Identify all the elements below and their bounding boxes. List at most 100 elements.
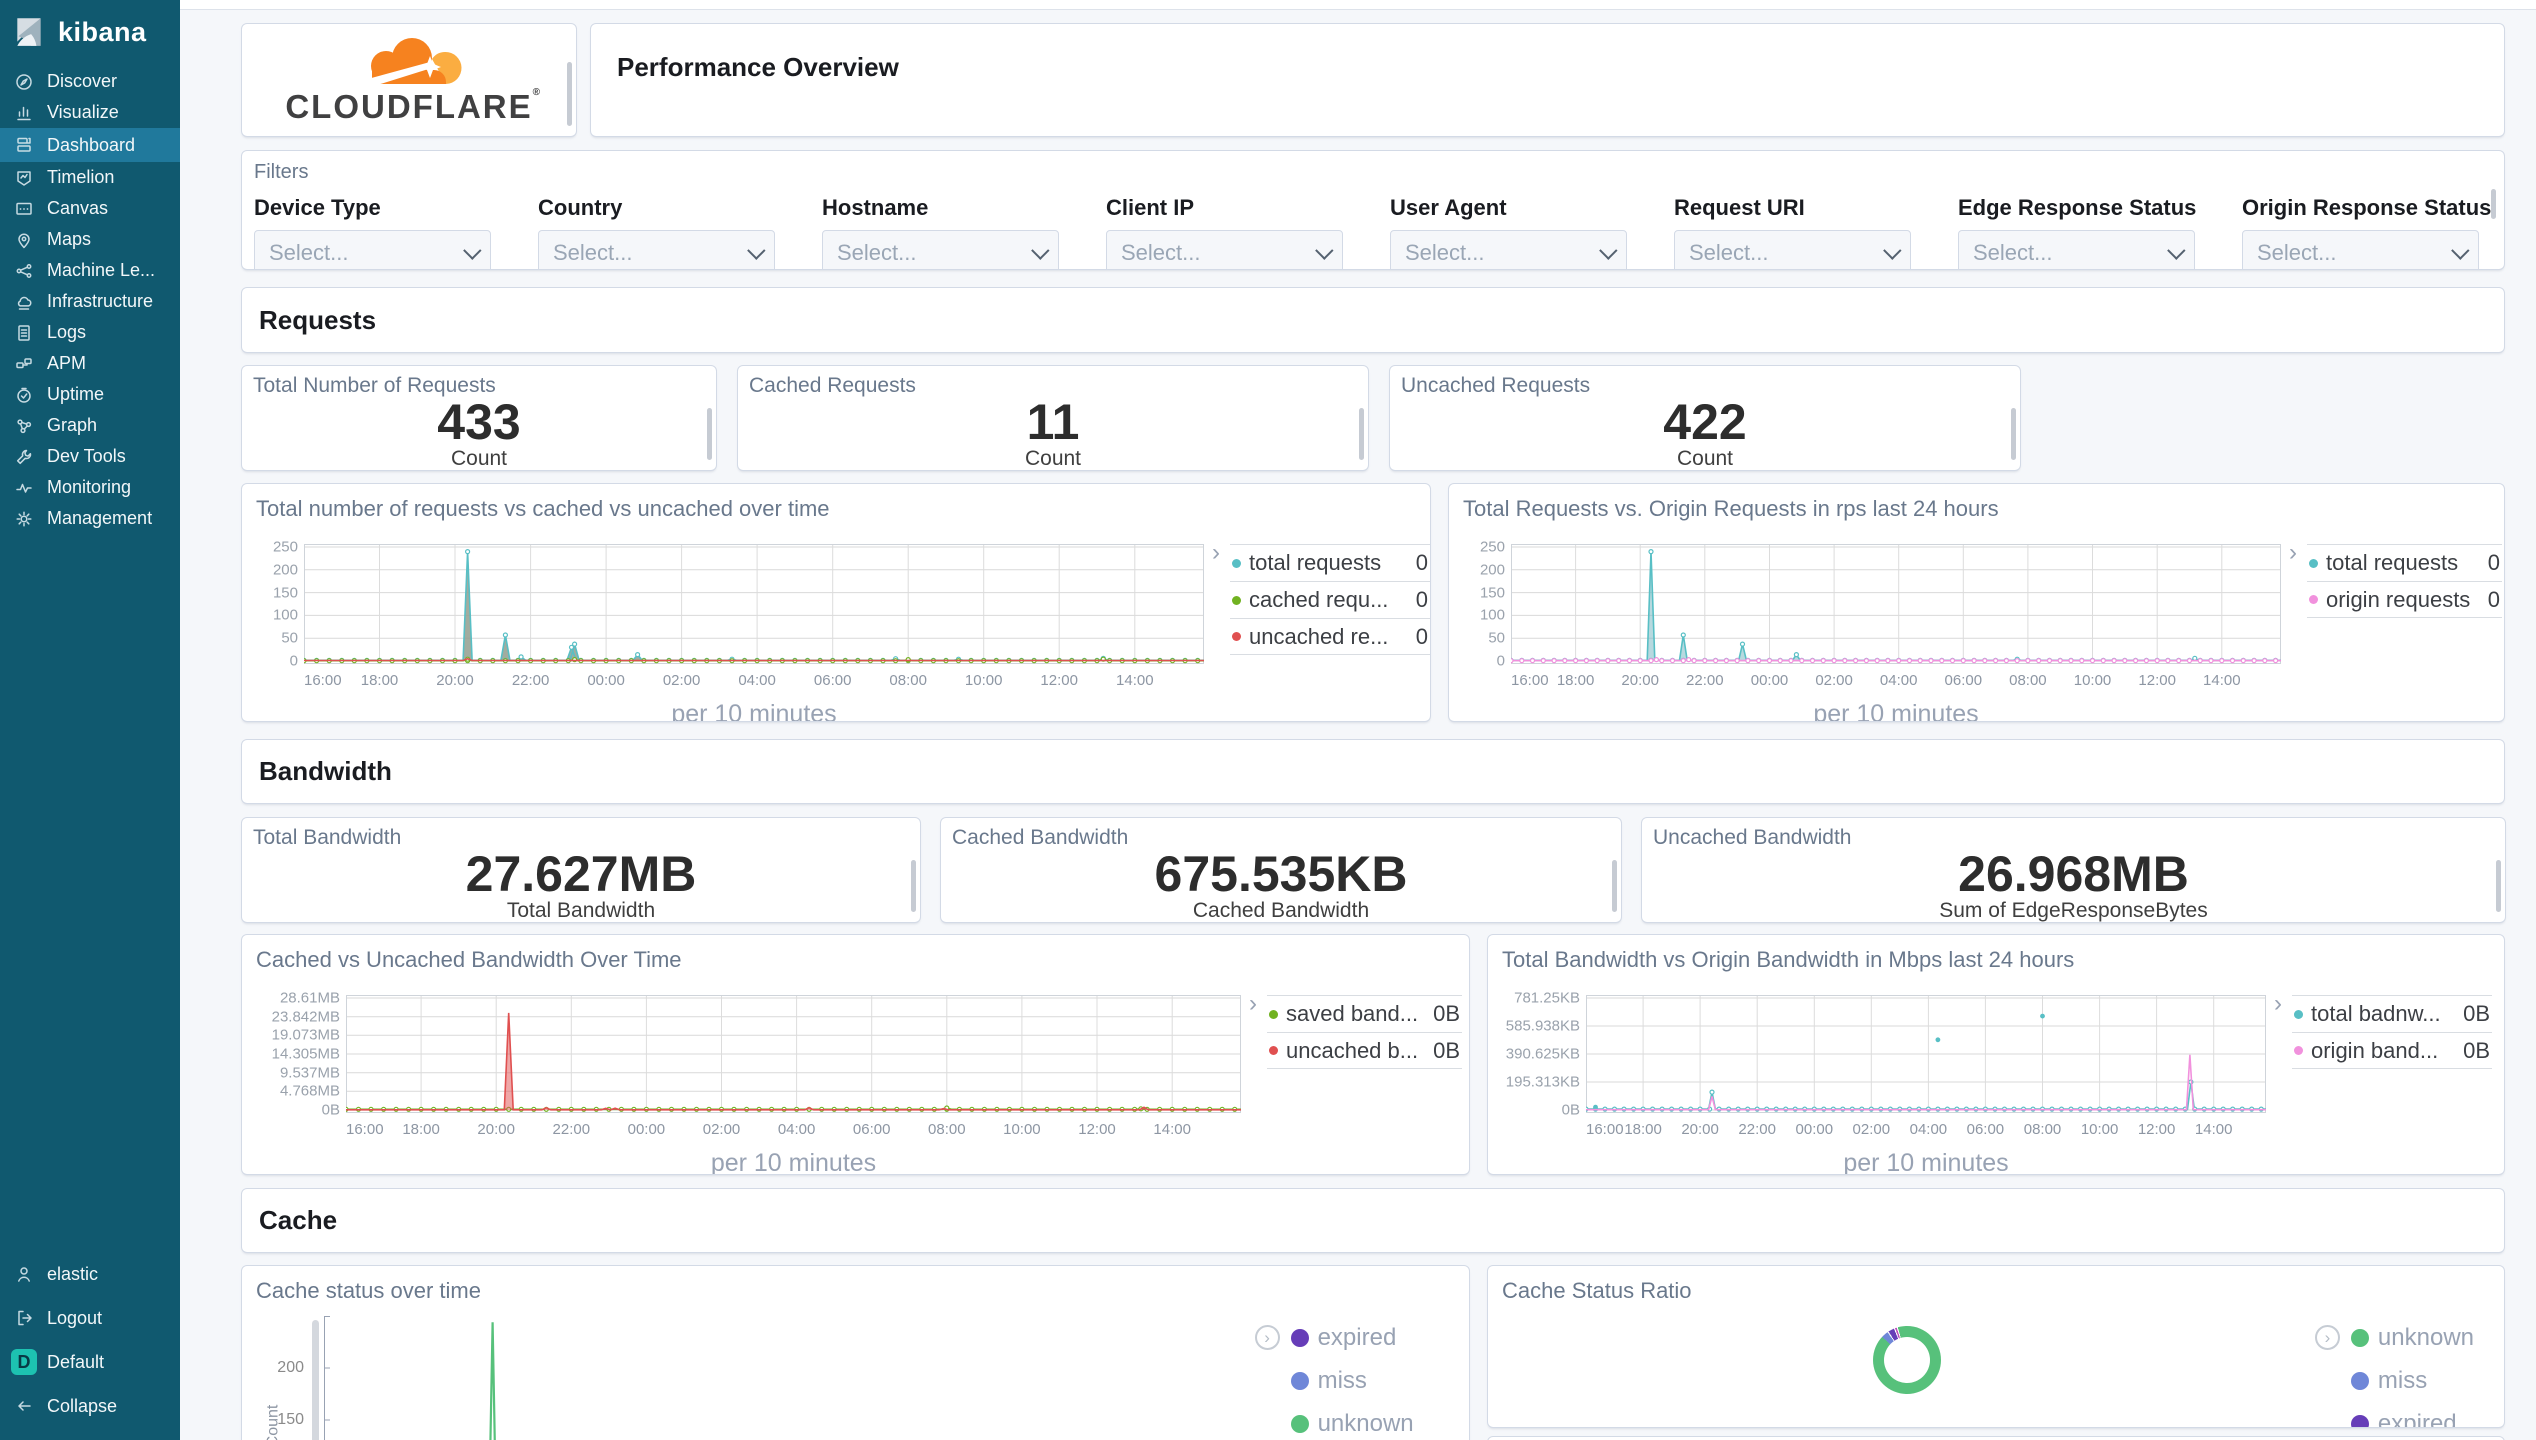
filter-select-edge-response-status[interactable]: Select... [1958,230,2195,269]
chart-plot-area[interactable] [1508,544,2281,669]
sidebar-item-management[interactable]: Management [0,503,180,534]
legend-series-name: saved band... [1286,1001,1419,1026]
filter-group-request-uri: Request URI Select... [1674,195,1911,269]
legend-collapse-icon[interactable]: › [2274,992,2292,1174]
sidebar-footer: elastic Logout D Default Collapse [0,1252,180,1440]
cache-status-ratio-donut[interactable] [1873,1326,1941,1394]
sidebar-footer-default[interactable]: D Default [0,1340,180,1384]
legend-item-unknown[interactable]: › unknown [2314,1316,2474,1359]
sidebar-item-machine-le[interactable]: Machine Le... [0,255,180,286]
filter-select-hostname[interactable]: Select... [822,230,1059,269]
sidebar-footer-elastic[interactable]: elastic [0,1252,180,1296]
chart-title: Total Bandwidth vs Origin Bandwidth in M… [1502,947,2075,972]
discover-icon [16,73,32,90]
legend-item-total-requests[interactable]: total requests 0 [2307,544,2502,581]
y-axis-tick: 14.305MB [271,1045,340,1063]
panel-scrollbar[interactable] [2496,860,2501,912]
default-space-badge: D [11,1349,37,1375]
legend-item-miss[interactable]: miss [1290,1359,1435,1402]
sidebar-item-discover[interactable]: Discover [0,66,180,97]
filter-label: Client IP [1106,195,1195,220]
x-axis-tick: 10:00 [1003,1121,1041,1138]
legend-item-uncached-b-[interactable]: uncached b... 0B [1267,1032,1462,1069]
legend-item-expired[interactable]: › expired [1254,1316,1435,1359]
panel-scrollbar[interactable] [707,408,712,460]
sidebar-item-uptime[interactable]: Uptime [0,379,180,410]
x-axis-tick: 20:00 [436,672,474,689]
panel-scrollbar[interactable] [1612,860,1617,912]
sidebar-item-canvas[interactable]: Canvas [0,193,180,224]
panel-scrollbar[interactable] [2491,189,2496,219]
legend-collapse-icon[interactable]: › [1212,541,1230,721]
panel-scrollbar[interactable] [911,860,916,912]
legend-series-name: origin requests [2326,586,2471,612]
chart-canvas[interactable] [343,995,1241,1113]
legend-item-cached-requ-[interactable]: cached requ... 0 [1230,581,1430,618]
filter-select-request-uri[interactable]: Select... [1674,230,1911,269]
filter-select-client-ip[interactable]: Select... [1106,230,1343,269]
legend-collapse-icon[interactable]: › [2289,541,2307,721]
chart-plot-area[interactable] [324,1312,1244,1440]
legend-item-total-badnw-[interactable]: total badnw... 0B [2292,995,2492,1032]
legend-item-miss[interactable]: miss [2350,1359,2474,1402]
sidebar-footer-label: Collapse [47,1395,118,1416]
chart-canvas[interactable] [1508,544,2281,664]
chart-title: Cached vs Uncached Bandwidth Over Time [256,947,682,972]
legend-item-saved-band-[interactable]: saved band... 0B [1267,995,1462,1032]
sidebar-item-graph[interactable]: Graph [0,410,180,441]
uptime-icon [17,387,31,403]
y-axis-tick: 4.768MB [279,1082,340,1100]
metric-panel-total-number-of-requests: Total Number of Requests 433 Count [241,365,717,471]
sidebar-item-infrastructure[interactable]: Infrastructure [0,286,180,317]
x-axis-tick: 02:00 [702,1121,741,1138]
x-axis-tick: 08:00 [2023,1121,2062,1138]
filters-row: Device Type Select... Country Select... … [254,195,2492,269]
panel-scrollbar[interactable] [1359,408,1364,460]
chart-canvas[interactable] [324,1312,1244,1440]
legend-dot-icon [2309,595,2318,604]
sidebar-item-timelion[interactable]: Timelion [0,162,180,193]
filter-select-country[interactable]: Select... [538,230,775,269]
chart-plot-area[interactable] [301,544,1204,669]
visualize-icon [17,106,31,120]
panel-scrollbar[interactable] [2011,408,2016,460]
cloudflare-logo-panel: CLOUDFLARE ® [241,23,577,137]
sidebar-footer-logout[interactable]: Logout [0,1296,180,1340]
filter-select-origin-response-status[interactable]: Select... [2242,230,2479,269]
legend-item-origin-band-[interactable]: origin band... 0B [2292,1032,2492,1069]
chart-title: Cache Status Ratio [1502,1278,1692,1303]
legend-item-expired[interactable]: expired [2350,1402,2474,1427]
sidebar-item-monitoring[interactable]: Monitoring [0,472,180,503]
dashboard-title-panel: Performance Overview [590,23,2505,137]
legend-collapse-icon[interactable]: › [1249,992,1267,1174]
registered-mark: ® [532,87,543,98]
legend-collapse-icon[interactable]: › [2314,1325,2340,1350]
panel-scrollbar[interactable] [567,62,572,126]
sidebar-item-visualize[interactable]: Visualize [0,97,180,128]
chart-canvas[interactable] [1583,995,2266,1113]
sidebar-footer-collapse[interactable]: Collapse [0,1384,180,1428]
sidebar-item-logs[interactable]: Logs [0,317,180,348]
legend-collapse-icon[interactable]: › [1254,1325,1280,1350]
metric-value: 422 [1663,394,1747,450]
sidebar-item-dev-tools[interactable]: Dev Tools [0,441,180,472]
chart-plot-area[interactable] [343,995,1241,1118]
legend-dot-icon [1269,1009,1278,1019]
sidebar-item-apm[interactable]: APM [0,348,180,379]
filter-placeholder: Select... [553,240,633,265]
legend-item-origin-requests[interactable]: origin requests 0 [2307,581,2502,618]
sidebar-item-maps[interactable]: Maps [0,224,180,255]
legend-item-unknown[interactable]: unknown [1290,1402,1435,1440]
chart-canvas[interactable] [301,544,1204,664]
kibana-logo[interactable]: kibana [0,0,180,64]
sidebar-item-label: APM [47,353,87,373]
bandwidth-metrics-row: Total Bandwidth 27.627MB Total Bandwidth… [241,817,2506,923]
sidebar-item-dashboard[interactable]: Dashboard [0,128,180,162]
legend-item-uncached-re-[interactable]: uncached re... 0 [1230,618,1430,655]
chart-plot-area[interactable] [1583,995,2266,1118]
panel-scrollbar[interactable] [312,1320,319,1440]
filter-select-user-agent[interactable]: Select... [1390,230,1627,269]
legend-item-total-requests[interactable]: total requests 0 [1230,544,1430,581]
filter-select-device-type[interactable]: Select... [254,230,491,269]
legend-dot-icon [1290,1328,1309,1347]
